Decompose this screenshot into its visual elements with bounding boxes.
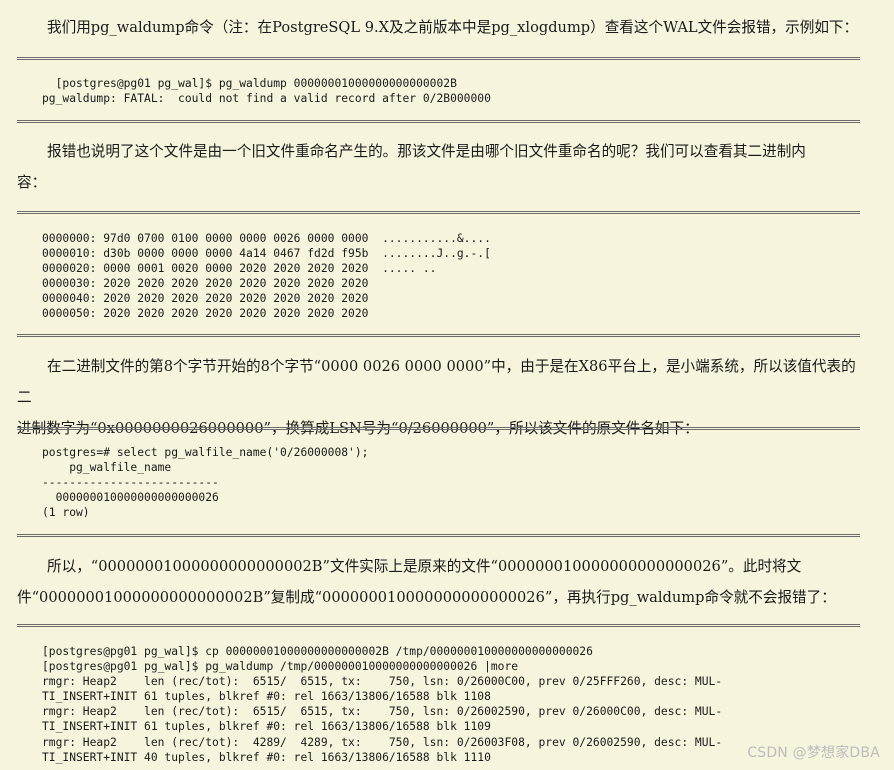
code-text: postgres=# select pg_walfile_name('0/260…: [42, 446, 369, 520]
paragraph-line: 件“00000001000000000000002B”复制成“000000010…: [17, 589, 836, 606]
paragraph-rename-explanation: 报错也说明了这个文件是由一个旧文件重命名产生的。那该文件是由哪个旧文件重命名的呢…: [17, 136, 862, 198]
code-text: [postgres@pg01 pg_wal]$ pg_waldump 00000…: [42, 77, 491, 106]
code-block-waldump-output: [postgres@pg01 pg_wal]$ cp 0000000100000…: [17, 624, 860, 770]
code-block-hex-dump: 0000000: 97d0 0700 0100 0000 0000 0026 0…: [17, 211, 860, 337]
paragraph-copy-file: 所以，“00000001000000000000002B”文件实际上是原来的文件…: [17, 551, 862, 613]
paragraph-line: 所以，“00000001000000000000002B”文件实际上是原来的文件…: [47, 558, 802, 575]
code-block-walfile-name: postgres=# select pg_walfile_name('0/260…: [17, 427, 860, 537]
paragraph-line: 我们用pg_waldump命令（注：在PostgreSQL 9.X及之前版本中是…: [47, 19, 859, 36]
paragraph-line: 在二进制文件的第8个字节开始的8个字节“0000 0026 0000 0000”…: [17, 358, 856, 406]
paragraph-waldump-intro: 我们用pg_waldump命令（注：在PostgreSQL 9.X及之前版本中是…: [17, 12, 862, 43]
code-text: 0000000: 97d0 0700 0100 0000 0000 0026 0…: [42, 232, 491, 321]
paragraph-line: 容：: [17, 174, 47, 191]
csdn-watermark: CSDN @梦想家DBA: [747, 745, 880, 761]
code-block-waldump-error: [postgres@pg01 pg_wal]$ pg_waldump 00000…: [17, 57, 860, 123]
code-text: [postgres@pg01 pg_wal]$ cp 0000000100000…: [42, 645, 723, 764]
paragraph-line: 报错也说明了这个文件是由一个旧文件重命名产生的。那该文件是由哪个旧文件重命名的呢…: [47, 143, 806, 160]
